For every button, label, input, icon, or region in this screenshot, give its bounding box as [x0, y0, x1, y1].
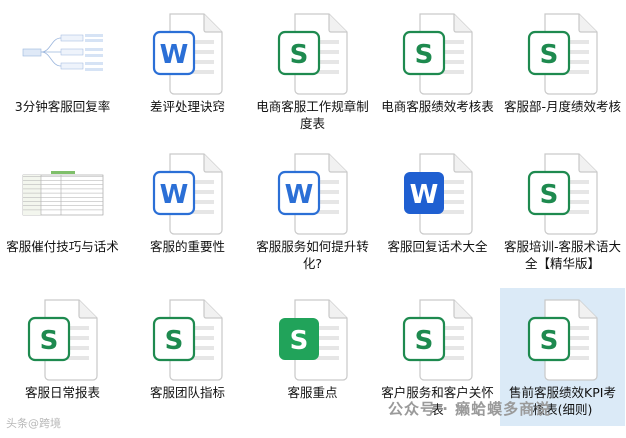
file-item[interactable]: W 客服服务如何提升转化? [250, 142, 375, 280]
spreadsheet-icon: S [148, 296, 228, 382]
word-document-icon: W [398, 150, 478, 236]
file-item[interactable]: S 客服团队指标 [125, 288, 250, 426]
file-grid: 3分钟客服回复率 W 差评处理诀窍 S 电商客服工作规章制度表 S 电商客服绩效… [0, 0, 626, 438]
svg-text:S: S [539, 180, 558, 210]
svg-text:S: S [164, 326, 183, 356]
file-item[interactable]: S 客服培训-客服术语大全【精华版】 [500, 142, 625, 280]
word-document-icon: W [148, 150, 228, 236]
file-name-label: 客服服务如何提升转化? [256, 239, 369, 271]
svg-text:W: W [159, 40, 188, 70]
svg-text:S: S [539, 40, 558, 70]
file-item[interactable]: S 客服重点 [250, 288, 375, 426]
file-item[interactable]: S 电商客服绩效考核表 [375, 2, 500, 140]
svg-text:W: W [159, 180, 188, 210]
svg-text:S: S [289, 326, 308, 356]
file-item[interactable]: 客服催付技巧与话术 [0, 142, 125, 280]
svg-text:W: W [284, 180, 313, 210]
spreadsheet-icon: S [273, 10, 353, 96]
file-name-label: 客服催付技巧与话术 [6, 239, 119, 254]
file-item[interactable]: W 客服回复话术大全 [375, 142, 500, 280]
file-name-label: 电商客服工作规章制度表 [256, 99, 369, 131]
file-name-label: 3分钟客服回复率 [14, 99, 111, 114]
file-name-label: 客服重点 [287, 385, 338, 400]
file-item[interactable]: S 客服部-月度绩效考核 [500, 2, 625, 140]
spreadsheet-icon: S [23, 296, 103, 382]
file-name-label: 差评处理诀窍 [149, 99, 225, 114]
word-document-icon: W [273, 150, 353, 236]
table-thumbnail [20, 170, 105, 216]
file-name-label: 电商客服绩效考核表 [381, 99, 494, 114]
spreadsheet-icon: S [273, 296, 353, 382]
file-item[interactable]: S 电商客服工作规章制度表 [250, 2, 375, 140]
spreadsheet-icon: S [398, 10, 478, 96]
watermark-left: 头条@跨境 [6, 417, 61, 430]
svg-text:W: W [409, 180, 438, 210]
file-name-label: 客服团队指标 [149, 385, 225, 400]
file-name-label: 客服的重要性 [149, 239, 225, 254]
spreadsheet-icon: S [523, 10, 603, 96]
file-item[interactable]: 3分钟客服回复率 [0, 2, 125, 140]
spreadsheet-icon: S [523, 296, 603, 382]
svg-text:S: S [39, 326, 58, 356]
file-item[interactable]: S 客服日常报表 [0, 288, 125, 426]
file-name-label: 客服部-月度绩效考核 [504, 99, 622, 114]
file-name-label: 客服日常报表 [24, 385, 100, 400]
svg-text:S: S [289, 40, 308, 70]
mindmap-thumbnail [20, 32, 105, 74]
watermark-right: 公众号 · 癞蛤蟆多商说 [388, 400, 552, 418]
svg-text:S: S [414, 40, 433, 70]
file-item[interactable]: W 差评处理诀窍 [125, 2, 250, 140]
file-name-label: 客服回复话术大全 [387, 239, 488, 254]
word-document-icon: W [148, 10, 228, 96]
file-name-label: 客服培训-客服术语大全【精华版】 [504, 239, 622, 271]
svg-text:S: S [414, 326, 433, 356]
svg-text:S: S [539, 326, 558, 356]
file-item[interactable]: W 客服的重要性 [125, 142, 250, 280]
spreadsheet-icon: S [523, 150, 603, 236]
spreadsheet-icon: S [398, 296, 478, 382]
